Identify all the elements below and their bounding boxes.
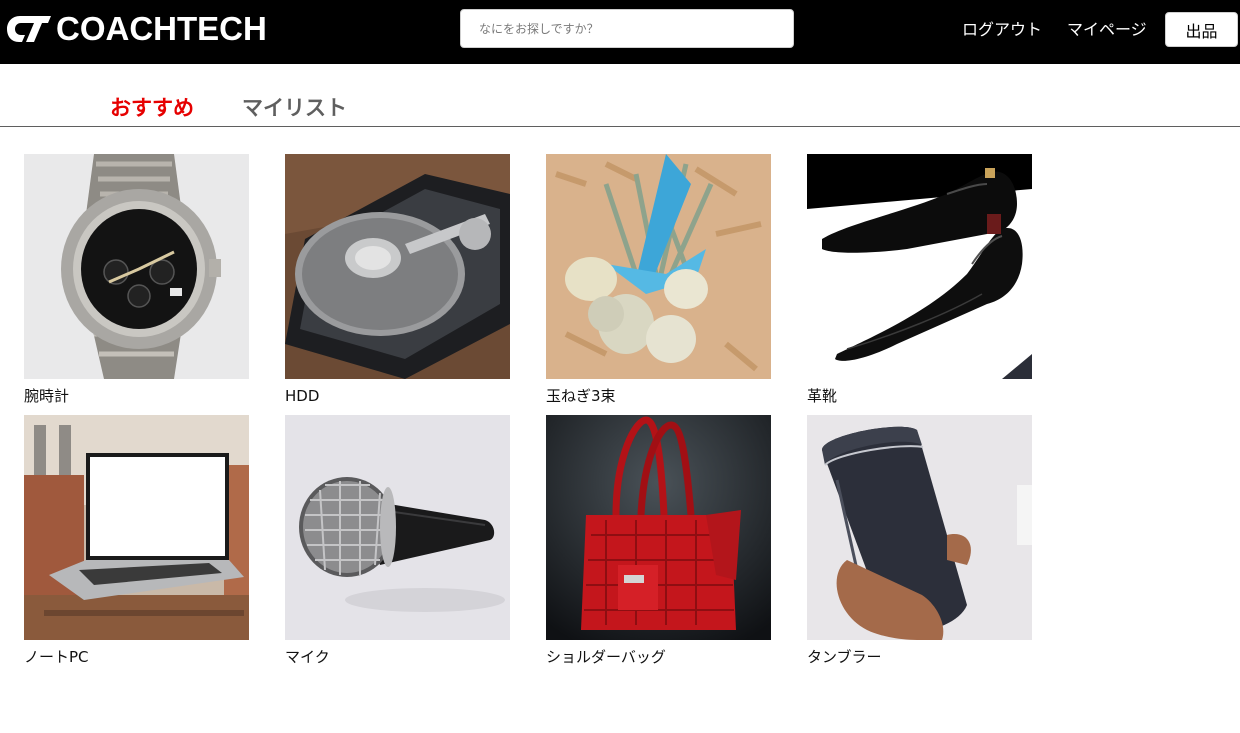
product-card[interactable]: マイク <box>285 415 510 668</box>
product-name[interactable]: マイク <box>285 646 330 668</box>
mypage-link[interactable]: マイページ <box>1067 18 1147 42</box>
laptop-image[interactable] <box>24 415 249 640</box>
product-name[interactable]: 玉ねぎ3束 <box>546 385 616 407</box>
shoulder-bag-image[interactable] <box>546 415 771 640</box>
product-card[interactable]: タンブラー <box>807 415 1032 668</box>
tumbler-image[interactable] <box>807 415 1032 640</box>
product-card[interactable]: 革靴 <box>807 154 1032 407</box>
ct-logo-icon <box>7 16 51 42</box>
product-name[interactable]: 革靴 <box>807 385 837 407</box>
product-grid: 腕時計 HDD 玉ねぎ3束 革靴 ノートPC マイク ショルダーバッグ タンブラ… <box>24 154 1034 674</box>
product-card[interactable]: 玉ねぎ3束 <box>546 154 771 407</box>
product-name[interactable]: 腕時計 <box>24 385 69 407</box>
product-card[interactable]: HDD <box>285 154 510 407</box>
item-tabs: おすすめ マイリスト <box>0 64 1240 127</box>
coachtech-logo[interactable]: COACHTECH <box>6 12 267 46</box>
search-input[interactable] <box>460 9 794 48</box>
product-name[interactable]: HDD <box>285 385 319 407</box>
product-name[interactable]: ノートPC <box>24 646 89 668</box>
tab-mylist[interactable]: マイリスト <box>242 94 347 122</box>
product-card[interactable]: 腕時計 <box>24 154 249 407</box>
tab-recommend[interactable]: おすすめ <box>110 94 194 122</box>
product-card[interactable]: ノートPC <box>24 415 249 668</box>
product-name[interactable]: ショルダーバッグ <box>546 646 666 668</box>
site-header: COACHTECH ログアウト マイページ 出品 <box>0 0 1240 64</box>
microphone-image[interactable] <box>285 415 510 640</box>
leather-shoes-image[interactable] <box>807 154 1032 379</box>
sell-button[interactable]: 出品 <box>1165 12 1238 47</box>
onion-bundle-image[interactable] <box>546 154 771 379</box>
product-card[interactable]: ショルダーバッグ <box>546 415 771 668</box>
product-name[interactable]: タンブラー <box>807 646 882 668</box>
wristwatch-image[interactable] <box>24 154 249 379</box>
logout-link[interactable]: ログアウト <box>962 18 1042 42</box>
logo-wordmark: COACHTECH <box>56 10 267 47</box>
hard-disk-image[interactable] <box>285 154 510 379</box>
